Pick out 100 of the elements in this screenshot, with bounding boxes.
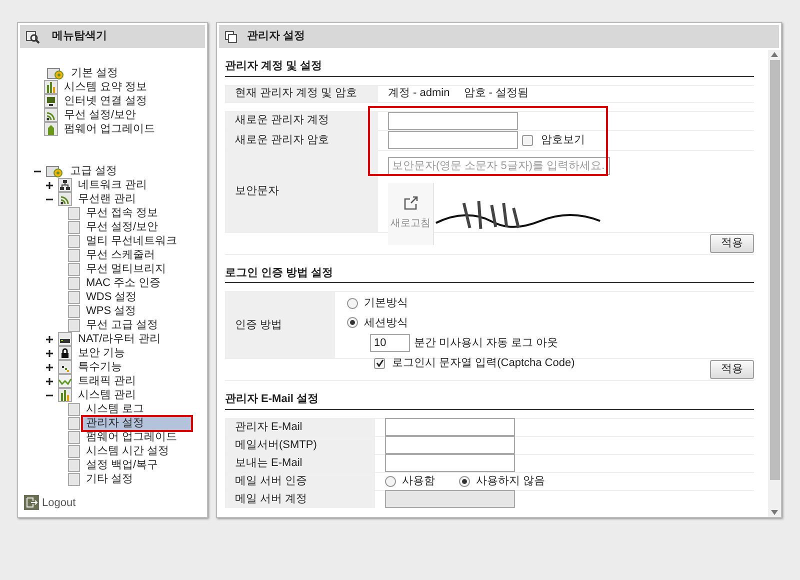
field-label: 새로운 관리자 계정: [225, 112, 378, 130]
tree-item[interactable]: 설정 백업/복구: [83, 458, 162, 472]
section-heading: 로그인 인증 방법 설정: [225, 264, 754, 283]
tree-item[interactable]: 보안 기능: [75, 346, 128, 360]
input-field[interactable]: [385, 454, 515, 472]
page-icon: [68, 276, 80, 290]
captcha-field[interactable]: 보안문자(영문 소문자 5글자)를 입력하세요.: [388, 156, 610, 174]
section-heading: 관리자 계정 및 설정: [225, 58, 754, 76]
tree-item[interactable]: 무선랜 관리: [75, 192, 140, 206]
field-label: 인증 방법: [225, 292, 335, 358]
field-label: 메일 서버 계정: [225, 490, 375, 508]
checkbox[interactable]: [522, 134, 533, 146]
wifi-icon: [44, 108, 58, 122]
tree-item[interactable]: 특수기능: [75, 360, 125, 374]
monitor-icon: [44, 94, 58, 108]
tree-item[interactable]: 기본 설정: [68, 66, 122, 80]
radio-label: 사용함: [402, 474, 435, 489]
page-icon: [68, 444, 80, 458]
plus-icon[interactable]: [46, 336, 53, 342]
network-icon: [58, 178, 72, 192]
window-icon: [225, 30, 237, 42]
section-heading: 관리자 E-Mail 설정: [225, 391, 754, 410]
tree-item[interactable]: 고급 설정: [67, 164, 120, 178]
tree-item[interactable]: 멀티 무선네트워크: [83, 234, 180, 248]
sidebar-title: 메뉴탐색기: [52, 29, 107, 44]
page-icon: [68, 206, 80, 220]
plus-icon[interactable]: [46, 364, 53, 370]
wifi-icon: [58, 192, 72, 206]
timeout-field[interactable]: 10: [370, 334, 410, 352]
plus-icon[interactable]: [46, 350, 53, 356]
field-label: 메일 서버 인증: [225, 472, 375, 490]
radio-button[interactable]: [347, 317, 358, 328]
tree-item[interactable]: WPS 설정: [83, 304, 140, 318]
logout-link[interactable]: Logout: [42, 494, 76, 511]
tree-item[interactable]: 기타 설정: [83, 472, 136, 486]
tree-item[interactable]: WDS 설정: [83, 290, 140, 304]
radio-label: 사용하지 않음: [476, 474, 546, 489]
tree-item[interactable]: 무선 설정/보안: [61, 108, 140, 122]
tree-item[interactable]: 시스템 로그: [83, 402, 148, 416]
page-icon: [68, 430, 80, 444]
page-icon: [68, 458, 80, 472]
router-icon: [58, 332, 72, 346]
plus-icon[interactable]: [46, 182, 53, 188]
tree-item[interactable]: 시스템 시간 설정: [83, 444, 172, 458]
folder-gear-icon: [46, 164, 64, 178]
tree-item[interactable]: 관리자 설정: [83, 416, 191, 430]
field-label: 보안문자: [225, 150, 378, 232]
bar-chart-icon: [44, 80, 58, 94]
tree-item[interactable]: MAC 주소 인증: [83, 276, 164, 290]
scroll-down-icon[interactable]: [771, 510, 778, 515]
field-label: 현재 관리자 계정 및 암호: [225, 86, 378, 102]
scrollbar[interactable]: [768, 50, 781, 517]
tree-item[interactable]: 펌웨어 업그레이드: [61, 122, 158, 136]
tree-item[interactable]: 시스템 관리: [75, 388, 140, 402]
input-field[interactable]: [388, 131, 518, 149]
page-icon: [68, 234, 80, 248]
input-field[interactable]: [388, 112, 518, 130]
logout-icon[interactable]: [24, 495, 39, 510]
apply-button[interactable]: 적용: [710, 360, 754, 379]
tree-item[interactable]: 펌웨어 업그레이드: [83, 430, 180, 444]
tree-item[interactable]: 무선 스케줄러: [83, 248, 158, 262]
tree-item[interactable]: 시스템 요약 정보: [61, 80, 150, 94]
radio-label: 기본방식: [364, 296, 408, 311]
tree-item[interactable]: 무선 설정/보안: [83, 220, 162, 234]
page-icon: [68, 304, 80, 318]
input-field[interactable]: [385, 418, 515, 436]
password-status: 암호 - 설정됨: [464, 86, 529, 102]
tree-item[interactable]: 무선 멀티브리지: [83, 262, 170, 276]
plus-icon[interactable]: [46, 378, 53, 384]
tree-item[interactable]: 무선 접속 정보: [83, 206, 162, 220]
tree-item[interactable]: 인터넷 연결 설정: [61, 94, 150, 108]
radio-button[interactable]: [385, 476, 396, 486]
field-label: 보내는 E-Mail: [225, 454, 375, 472]
upgrade-icon: [44, 122, 58, 136]
apply-button[interactable]: 적용: [710, 234, 754, 252]
refresh-icon: [404, 196, 418, 210]
radio-button[interactable]: [347, 298, 358, 309]
timeout-label: 분간 미사용시 자동 로그 아웃: [414, 336, 558, 351]
search-icon: [26, 30, 40, 44]
bar-chart-icon: [58, 388, 72, 402]
lock-icon: [58, 346, 72, 360]
scroll-up-icon[interactable]: [771, 52, 778, 57]
field-label: 메일서버(SMTP): [225, 436, 375, 454]
input-field[interactable]: [385, 436, 515, 454]
tree-item[interactable]: NAT/라우터 관리: [75, 332, 164, 346]
page-icon: [68, 262, 80, 276]
page-icon: [68, 220, 80, 234]
page-icon: [68, 472, 80, 486]
radio-label: 세션방식: [364, 316, 408, 330]
tree-item[interactable]: 네트워크 관리: [75, 178, 150, 192]
tree-item[interactable]: 트래픽 관리: [75, 374, 140, 388]
radio-button[interactable]: [459, 476, 470, 486]
checkbox-label: 암호보기: [541, 132, 585, 148]
checkbox[interactable]: [374, 358, 385, 369]
field-label: 관리자 E-Mail: [225, 418, 375, 436]
current-account: 계정 - admin: [388, 86, 450, 102]
panel-title: 관리자 설정: [247, 29, 306, 44]
checkbox-label: 로그인시 문자열 입력(Captcha Code): [392, 356, 575, 371]
folder-gear-icon: [47, 66, 65, 80]
tree-item[interactable]: 무선 고급 설정: [83, 318, 162, 332]
